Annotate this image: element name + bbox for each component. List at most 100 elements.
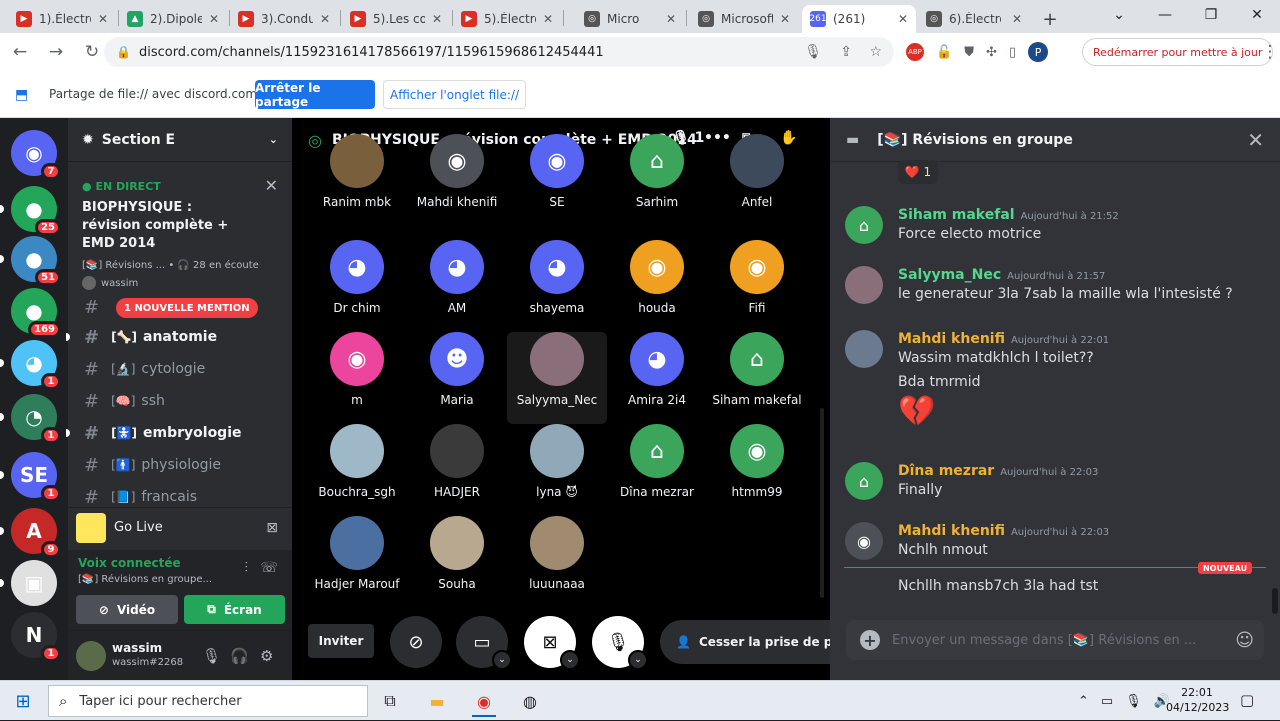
mic-icon[interactable]: 🎙 — [1125, 694, 1142, 709]
tab-close-icon[interactable]: ✕ — [314, 12, 330, 26]
tab-search-icon[interactable]: ⌄ — [1096, 0, 1142, 30]
stage-participant[interactable]: ◕ Dr chim — [307, 240, 407, 332]
stage-participant[interactable]: ◉ Mahdi khenifi — [407, 134, 507, 240]
server-icon[interactable]: ● 25 — [11, 186, 61, 236]
message-author[interactable]: Siham makefal — [898, 207, 1015, 223]
browser-tab[interactable]: ▶ 3).Conduc✕ — [230, 5, 338, 33]
new-mention-badge[interactable]: 1 NOUVELLE MENTION — [116, 298, 258, 318]
file-explorer-icon[interactable]: ▬ — [417, 685, 457, 717]
avatar[interactable] — [76, 641, 106, 671]
stage-participant[interactable]: ◉ htmm99 — [707, 424, 807, 516]
channel-anatomie[interactable]: # [🦴] anatomie — [66, 322, 292, 352]
chrome-icon[interactable]: ◉ — [464, 685, 504, 717]
stage-participant[interactable]: ⌂ Siham makefal — [707, 332, 807, 424]
invite-button[interactable]: Inviter — [308, 624, 374, 658]
channel-ssh[interactable]: # [🧠] ssh — [68, 386, 292, 416]
channel-physiologie[interactable]: # [🚹] physiologie — [68, 450, 292, 480]
server-icon[interactable]: ◔ 1 — [11, 394, 61, 444]
chevron-down-icon[interactable]: ⌄ — [628, 650, 648, 670]
message-composer[interactable]: + Envoyer un message dans [📚] Révisions … — [846, 620, 1264, 660]
bookmark-star-icon[interactable]: ☆ — [869, 44, 882, 60]
clock[interactable]: 22:01 04/12/2023 — [1166, 685, 1229, 715]
close-icon[interactable]: ✕ — [265, 176, 278, 195]
chevron-down-icon[interactable]: ⌄ — [492, 650, 512, 670]
channel-cytologie[interactable]: # [🔬] cytologie — [68, 354, 292, 384]
guild-header[interactable]: ✹ Section E ⌄ — [68, 118, 292, 162]
plus-icon[interactable]: + — [860, 630, 880, 650]
live-event-card[interactable]: ● EN DIRECT BIOPHYSIQUE : révision compl… — [68, 162, 292, 292]
message-input[interactable]: Envoyer un message dans [📚] Révisions en… — [892, 633, 1196, 648]
sidebar-icon[interactable]: ▯ — [1009, 45, 1016, 60]
message-author[interactable]: Mahdi khenifi — [898, 331, 1005, 347]
tab-close-icon[interactable]: ✕ — [892, 12, 908, 26]
mic-icon[interactable]: 🎙 — [804, 44, 822, 60]
tab-close-icon[interactable]: ✕ — [537, 12, 553, 26]
recorder-icon[interactable]: ◍ — [510, 685, 550, 717]
browser-tab[interactable]: ▲ 2).Dipole ✕ — [119, 5, 227, 33]
address-bar[interactable]: 🔒 discord.com/channels/11592316141785661… — [104, 37, 894, 67]
start-button[interactable]: ⊞ — [0, 681, 46, 721]
scrollbar[interactable] — [820, 408, 824, 598]
heart-reaction[interactable]: ❤️ 1 — [898, 160, 938, 184]
video-button[interactable]: ⊘ Vidéo — [76, 595, 178, 624]
tab-close-icon[interactable]: ✕ — [774, 12, 790, 26]
mic-icon[interactable]: 🎙 — [202, 647, 221, 665]
scrollbar[interactable] — [1272, 588, 1278, 614]
mute-audio-button[interactable]: ⊘ — [390, 616, 442, 668]
headphones-icon[interactable]: 🎧 — [230, 647, 249, 665]
stage-participant[interactable]: Anfel — [707, 134, 807, 240]
share-icon[interactable]: ⇪ — [840, 44, 852, 60]
stage-participant[interactable]: ◉ Fifi — [707, 240, 807, 332]
tab-close-icon[interactable]: ✕ — [92, 12, 108, 26]
server-icon[interactable]: N1 — [11, 612, 61, 662]
raise-hand-icon[interactable]: ✋ — [780, 130, 797, 146]
go-live-bar[interactable]: Go Live ⊠ — [68, 507, 292, 547]
task-view-icon[interactable]: ⧉ — [370, 685, 410, 717]
profile-avatar[interactable]: P — [1028, 42, 1049, 62]
tab-close-icon[interactable]: ✕ — [660, 12, 676, 26]
stage-participant[interactable]: luuunaaa — [507, 516, 607, 608]
stage-participant[interactable]: ◕ Amira 2i4 — [607, 332, 707, 424]
stage-participant[interactable]: ☻ Maria — [407, 332, 507, 424]
avatar[interactable]: ⌂ — [845, 206, 883, 244]
stage-participant[interactable]: ◕ shayema — [507, 240, 607, 332]
server-icon[interactable]: ◉ 7 — [11, 130, 61, 180]
stage-participant[interactable]: ◕ AM — [407, 240, 507, 332]
server-icon[interactable]: A9 — [11, 508, 61, 558]
stage-participant[interactable]: ◉ SE — [507, 134, 607, 240]
stage-participant[interactable]: ⌂ Dîna mezrar — [607, 424, 707, 516]
stage-participant[interactable]: Ranim mbk — [307, 134, 407, 240]
shield-icon[interactable]: ⛊ — [964, 45, 974, 60]
voice-channel-name[interactable]: [📚] Révisions en groupe... — [78, 574, 212, 585]
server-icon[interactable]: ● 169 — [11, 288, 61, 338]
avatar[interactable] — [845, 266, 883, 304]
server-icon[interactable]: ◕ 1 — [11, 340, 61, 390]
minimize-button[interactable]: — — [1142, 0, 1188, 30]
puzzle-icon[interactable]: ✣ — [986, 45, 997, 60]
browser-tab[interactable]: ◎ Micro ✕ — [576, 5, 684, 33]
server-icon[interactable]: ● 51 — [11, 236, 61, 286]
message-author[interactable]: Mahdi khenifi — [898, 523, 1005, 539]
show-tab-button[interactable]: Afficher l'onglet file:// — [383, 80, 526, 109]
emoji-icon[interactable]: ☺ — [1235, 630, 1254, 651]
chevron-up-icon[interactable]: ⌃ — [1078, 694, 1089, 709]
browser-tab[interactable]: ▶ 5).Les con✕ — [342, 5, 450, 33]
stop-stream-button[interactable]: ⊠ ⌄ — [524, 616, 580, 670]
maximize-button[interactable]: ❐ — [1188, 0, 1234, 30]
noise-suppression-icon[interactable]: ⫶ — [245, 560, 249, 576]
gear-icon[interactable]: ⚙ — [260, 647, 273, 665]
back-button[interactable]: ← — [4, 36, 36, 68]
browser-tab[interactable]: ◎ Microsoft ✕ — [690, 5, 798, 33]
avatar[interactable]: ⌂ — [845, 462, 883, 500]
stage-participant[interactable]: lyna 😈 — [507, 424, 607, 516]
avatar[interactable] — [845, 330, 883, 368]
network-icon[interactable]: ▭ — [1101, 694, 1113, 709]
message-author[interactable]: Salyyma_Nec — [898, 267, 1001, 283]
stage-participant[interactable]: Hadjer Marouf — [307, 516, 407, 608]
channel-embryologie[interactable]: # [🚼] embryologie — [66, 418, 292, 448]
browser-tab[interactable]: 261 (261) ✕ — [802, 5, 916, 33]
avatar[interactable]: ◉ — [845, 522, 883, 560]
stop-sharing-button[interactable]: Arrêter le partage — [255, 80, 375, 109]
restart-update-button[interactable]: Redémarrer pour mettre à jour — [1082, 38, 1274, 66]
camera-button[interactable]: ▭ ⌄ — [456, 616, 512, 670]
